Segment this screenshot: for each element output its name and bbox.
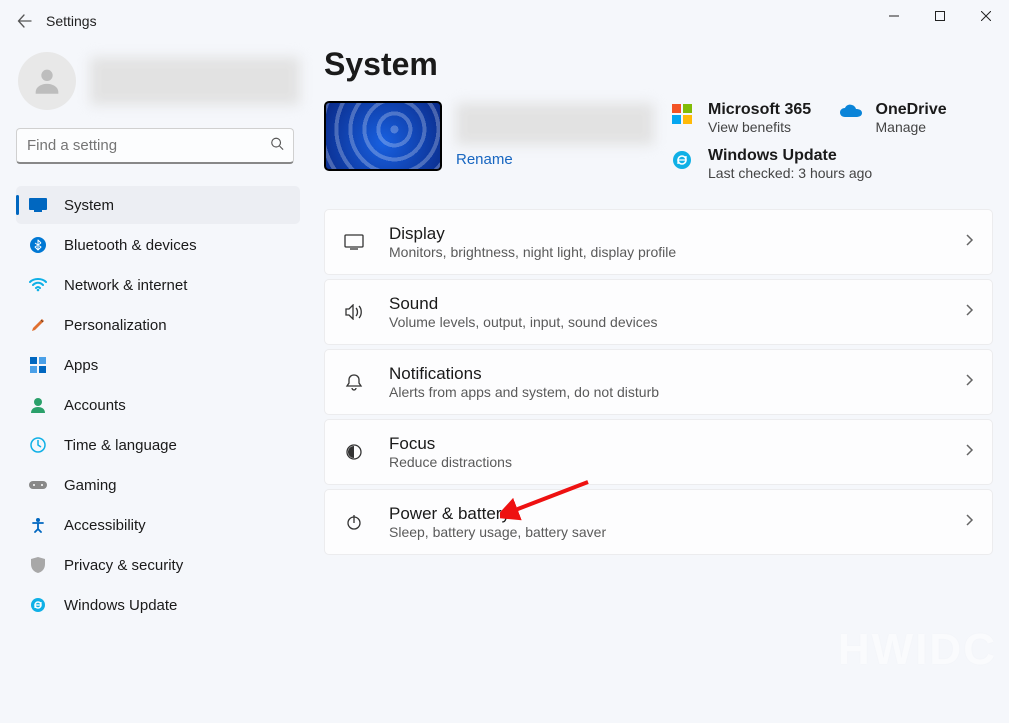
card-subtitle: Last checked: 3 hours ago — [708, 165, 872, 181]
chevron-right-icon — [966, 443, 974, 461]
settings-title: Power & battery — [389, 504, 942, 524]
nav-label: Personalization — [64, 317, 167, 334]
chevron-right-icon — [966, 303, 974, 321]
card-microsoft-365[interactable]: Microsoft 365 View benefits — [672, 101, 826, 135]
settings-desc: Sleep, battery usage, battery saver — [389, 524, 942, 540]
nav-list: System Bluetooth & devices Network & int… — [16, 186, 300, 626]
device-thumbnail[interactable] — [324, 101, 442, 171]
rename-link[interactable]: Rename — [456, 151, 513, 168]
account-name-blurred — [90, 57, 300, 105]
device-block: Rename — [324, 101, 654, 181]
settings-desc: Volume levels, output, input, sound devi… — [389, 314, 942, 330]
accessibility-icon — [28, 515, 48, 535]
settings-desc: Alerts from apps and system, do not dist… — [389, 384, 942, 400]
nav-label: System — [64, 197, 114, 214]
nav-label: Gaming — [64, 477, 117, 494]
nav-accounts[interactable]: Accounts — [16, 386, 300, 424]
power-icon — [343, 511, 365, 533]
bluetooth-icon — [28, 235, 48, 255]
card-subtitle: View benefits — [708, 119, 811, 135]
chevron-right-icon — [966, 233, 974, 251]
card-title: OneDrive — [876, 101, 947, 119]
settings-item-power[interactable]: Power & batterySleep, battery usage, bat… — [324, 489, 993, 555]
gamepad-icon — [28, 475, 48, 495]
accounts-icon — [28, 395, 48, 415]
nav-network[interactable]: Network & internet — [16, 266, 300, 304]
onedrive-icon — [840, 104, 864, 128]
nav-system[interactable]: System — [16, 186, 300, 224]
update-icon — [672, 150, 696, 174]
settings-desc: Reduce distractions — [389, 454, 942, 470]
card-onedrive[interactable]: OneDrive Manage — [840, 101, 994, 135]
nav-bluetooth[interactable]: Bluetooth & devices — [16, 226, 300, 264]
nav-label: Bluetooth & devices — [64, 237, 197, 254]
nav-personalization[interactable]: Personalization — [16, 306, 300, 344]
globe-clock-icon — [28, 435, 48, 455]
display-icon — [28, 195, 48, 215]
window-controls — [871, 0, 1009, 32]
settings-title: Focus — [389, 434, 942, 454]
apps-icon — [28, 355, 48, 375]
nav-apps[interactable]: Apps — [16, 346, 300, 384]
nav-label: Accessibility — [64, 517, 146, 534]
nav-time-language[interactable]: Time & language — [16, 426, 300, 464]
wifi-icon — [28, 275, 48, 295]
window-title: Settings — [46, 13, 97, 29]
nav-label: Time & language — [64, 437, 177, 454]
card-title: Windows Update — [708, 147, 872, 165]
microsoft-logo-icon — [672, 104, 696, 128]
nav-privacy[interactable]: Privacy & security — [16, 546, 300, 584]
search-input[interactable] — [16, 128, 294, 164]
settings-title: Display — [389, 224, 942, 244]
settings-item-sound[interactable]: SoundVolume levels, output, input, sound… — [324, 279, 993, 345]
sidebar: System Bluetooth & devices Network & int… — [0, 42, 310, 723]
settings-desc: Monitors, brightness, night light, displ… — [389, 244, 942, 260]
account-block[interactable] — [16, 52, 300, 110]
nav-windows-update[interactable]: Windows Update — [16, 586, 300, 624]
maximize-button[interactable] — [917, 0, 963, 32]
shield-icon — [28, 555, 48, 575]
chevron-right-icon — [966, 513, 974, 531]
settings-item-notifications[interactable]: NotificationsAlerts from apps and system… — [324, 349, 993, 415]
settings-item-display[interactable]: DisplayMonitors, brightness, night light… — [324, 209, 993, 275]
nav-label: Accounts — [64, 397, 126, 414]
card-windows-update[interactable]: Windows Update Last checked: 3 hours ago — [672, 147, 993, 181]
back-button[interactable] — [14, 10, 36, 32]
nav-label: Privacy & security — [64, 557, 183, 574]
nav-label: Windows Update — [64, 597, 177, 614]
settings-item-focus[interactable]: FocusReduce distractions — [324, 419, 993, 485]
arrow-left-icon — [17, 13, 33, 29]
person-icon — [30, 64, 64, 98]
minimize-button[interactable] — [871, 0, 917, 32]
monitor-icon — [343, 231, 365, 253]
device-name-blurred — [456, 103, 654, 145]
focus-icon — [343, 441, 365, 463]
page-title: System — [324, 46, 993, 83]
card-title: Microsoft 365 — [708, 101, 811, 119]
bell-icon — [343, 371, 365, 393]
nav-gaming[interactable]: Gaming — [16, 466, 300, 504]
settings-list: DisplayMonitors, brightness, night light… — [324, 209, 993, 555]
chevron-right-icon — [966, 373, 974, 391]
nav-label: Network & internet — [64, 277, 187, 294]
avatar — [18, 52, 76, 110]
nav-accessibility[interactable]: Accessibility — [16, 506, 300, 544]
update-icon — [28, 595, 48, 615]
nav-label: Apps — [64, 357, 98, 374]
settings-title: Notifications — [389, 364, 942, 384]
settings-title: Sound — [389, 294, 942, 314]
paintbrush-icon — [28, 315, 48, 335]
search-box[interactable] — [16, 128, 294, 164]
speaker-icon — [343, 301, 365, 323]
title-bar: Settings — [0, 0, 1009, 42]
card-subtitle: Manage — [876, 119, 947, 135]
main-content: System Rename Microsoft 365 View benefit… — [310, 42, 1009, 723]
search-icon — [270, 137, 284, 156]
close-button[interactable] — [963, 0, 1009, 32]
